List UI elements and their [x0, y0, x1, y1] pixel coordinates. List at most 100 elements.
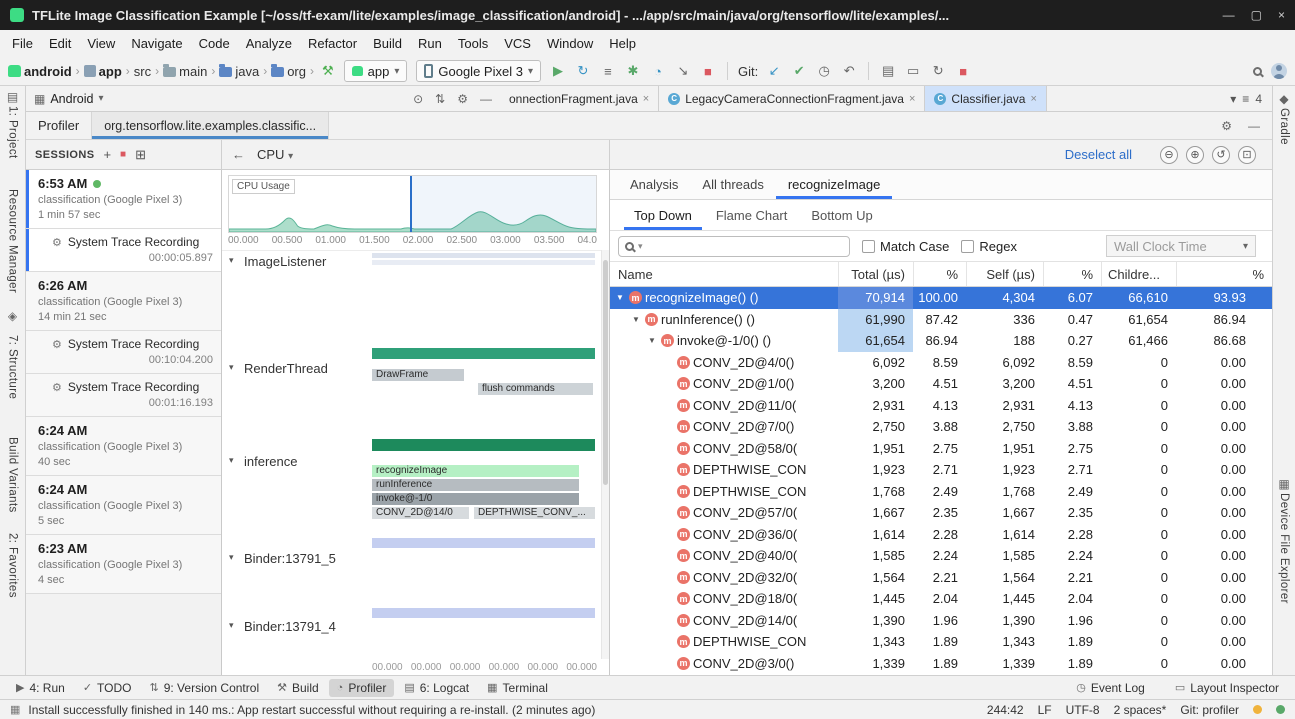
breadcrumb-main[interactable]: main: [179, 64, 207, 79]
table-row[interactable]: ▼ m CONV_2D@18/0( 1,445 2.04 1,445 2.04 …: [610, 588, 1272, 610]
menu-item[interactable]: Navigate: [123, 33, 190, 54]
search-everywhere-icon[interactable]: [1246, 60, 1268, 82]
split-panel-icon[interactable]: ⊞: [135, 147, 146, 163]
close-icon[interactable]: ×: [643, 93, 649, 105]
editor-tab-selected[interactable]: C Classifier.java ×: [925, 86, 1046, 111]
rollback-icon[interactable]: ↶: [838, 60, 860, 82]
zoom-out-icon[interactable]: ⊖: [1160, 146, 1178, 164]
sidebar-item-favorites[interactable]: 2: Favorites: [7, 531, 19, 600]
table-row[interactable]: ▼ m CONV_2D@32/0( 1,564 2.21 1,564 2.21 …: [610, 567, 1272, 589]
profiler-session-tab[interactable]: org.tensorflow.lite.examples.classific..…: [91, 112, 329, 139]
toolwindow-run[interactable]: ▶ 4: Run: [8, 679, 73, 697]
tab-all-threads[interactable]: All threads: [690, 170, 775, 199]
table-row[interactable]: ▼ m CONV_2D@1/0() 3,200 4.51 3,200 4.51 …: [610, 373, 1272, 395]
breadcrumb-app[interactable]: app: [99, 64, 122, 79]
table-row[interactable]: ▼ m CONV_2D@57/0( 1,667 2.35 1,667 2.35 …: [610, 502, 1272, 524]
expand-arrow-icon[interactable]: ▼: [630, 315, 642, 324]
toolwindow-layout-inspector[interactable]: ▭ Layout Inspector: [1167, 679, 1287, 697]
column-self-pct[interactable]: %: [1043, 262, 1101, 286]
menu-item[interactable]: Help: [601, 33, 644, 54]
thread-row-inference[interactable]: ▾ inference recognizeImage runInference …: [222, 439, 601, 536]
close-icon[interactable]: ×: [909, 93, 915, 105]
table-row[interactable]: ▼ m DEPTHWISE_CON 1,768 2.49 1,768 2.49 …: [610, 481, 1272, 503]
stage-select[interactable]: CPU ▾: [257, 147, 293, 162]
wrench-icon[interactable]: ⚒: [318, 63, 338, 79]
trace-event-bar[interactable]: CONV_2D@14/0: [372, 507, 469, 519]
sidebar-item-device-file-explorer[interactable]: Device File Explorer: [1278, 491, 1290, 606]
checkbox-icon[interactable]: [862, 240, 875, 253]
debug-icon[interactable]: ✱: [622, 60, 644, 82]
device-manager-icon[interactable]: ▤: [877, 60, 899, 82]
menu-item[interactable]: Refactor: [300, 33, 365, 54]
breadcrumb-java[interactable]: java: [235, 64, 259, 79]
toolwindow-logcat[interactable]: ▤ 6: Logcat: [396, 679, 477, 697]
device-file-explorer-icon[interactable]: ▦: [1278, 477, 1289, 491]
table-row[interactable]: ▼ m CONV_2D@36/0( 1,614 2.28 1,614 2.28 …: [610, 524, 1272, 546]
close-icon[interactable]: ×: [1030, 93, 1036, 105]
toolwindow-version-control[interactable]: ⇅ 9: Version Control: [142, 679, 268, 697]
thread-row-binder5[interactable]: ▾ Binder:13791_5: [222, 536, 601, 606]
session-item[interactable]: 6:53 AM classification (Google Pixel 3) …: [26, 170, 221, 229]
search-box[interactable]: ▾: [618, 236, 850, 257]
close-icon[interactable]: ×: [1278, 8, 1285, 22]
profile-icon[interactable]: ◔: [647, 60, 669, 82]
collapse-arrow-icon[interactable]: ▾: [229, 455, 234, 466]
session-item[interactable]: 6:24 AM classification (Google Pixel 3) …: [26, 476, 221, 535]
hidden-tab-count[interactable]: 4: [1255, 92, 1262, 106]
subtab-flame-chart[interactable]: Flame Chart: [706, 200, 798, 230]
add-session-icon[interactable]: +: [103, 147, 111, 162]
column-total-pct[interactable]: %: [913, 262, 966, 286]
breadcrumb-android[interactable]: android: [24, 64, 72, 79]
hide-panel-icon[interactable]: —: [480, 92, 492, 106]
toolwindow-profiler[interactable]: ◔ Profiler: [329, 679, 395, 697]
gradle-icon[interactable]: ◆: [1279, 92, 1288, 106]
table-row[interactable]: ▼ m CONV_2D@7/0() 2,750 3.88 2,750 3.88 …: [610, 416, 1272, 438]
hide-icon[interactable]: —: [1248, 119, 1260, 133]
stop-icon[interactable]: ■: [697, 60, 719, 82]
menu-item[interactable]: VCS: [496, 33, 539, 54]
session-item[interactable]: 6:24 AM classification (Google Pixel 3) …: [26, 417, 221, 476]
collapse-arrow-icon[interactable]: ▾: [229, 362, 234, 373]
subtab-top-down[interactable]: Top Down: [624, 200, 702, 230]
status-item[interactable]: 244:42: [987, 703, 1024, 717]
run-config-select[interactable]: app ▾: [344, 60, 408, 82]
sync-project-icon[interactable]: ↻: [927, 60, 949, 82]
sidebar-item-structure[interactable]: 7: Structure: [7, 333, 19, 401]
trace-event-bar[interactable]: flush commands: [478, 383, 593, 395]
table-row[interactable]: ▼ m recognizeImage() () 70,914 100.00 4,…: [610, 287, 1272, 309]
trace-event-bar[interactable]: invoke@-1/0: [372, 493, 579, 505]
back-to-live-icon[interactable]: ←: [232, 147, 245, 162]
locate-file-icon[interactable]: ⊙: [413, 92, 423, 106]
table-row[interactable]: ▼ m CONV_2D@3/0() 1,339 1.89 1,339 1.89 …: [610, 653, 1272, 675]
maximize-icon[interactable]: ▢: [1251, 8, 1262, 22]
status-item[interactable]: 2 spaces*: [1114, 703, 1167, 717]
tab-list-icon[interactable]: ≡: [1242, 92, 1249, 106]
trace-event-bar[interactable]: DrawFrame: [372, 369, 464, 381]
editor-tab[interactable]: C LegacyCameraConnectionFragment.java ×: [659, 86, 925, 111]
project-stripe-icon[interactable]: ▤: [7, 90, 18, 104]
toolwindow-build[interactable]: ⚒ Build: [269, 679, 327, 697]
history-icon[interactable]: ◷: [813, 60, 835, 82]
minimize-icon[interactable]: —: [1223, 8, 1235, 22]
status-item[interactable]: LF: [1038, 703, 1052, 717]
zoom-in-icon[interactable]: ⊕: [1186, 146, 1204, 164]
subtab-bottom-up[interactable]: Bottom Up: [801, 200, 882, 230]
editor-tab[interactable]: onnectionFragment.java ×: [500, 86, 659, 111]
toolwindow-terminal[interactable]: ▦ Terminal: [479, 679, 556, 697]
collapse-arrow-icon[interactable]: ▾: [229, 620, 234, 631]
thread-row-imagelistener[interactable]: ▾ ImageListener: [222, 251, 601, 348]
menu-item[interactable]: File: [4, 33, 41, 54]
menu-item[interactable]: Code: [191, 33, 238, 54]
regex-checkbox[interactable]: Regex: [961, 239, 1017, 254]
column-self[interactable]: Self (µs): [966, 262, 1043, 286]
apply-changes-icon[interactable]: ↻: [572, 60, 594, 82]
notification-icon[interactable]: [1253, 705, 1262, 714]
project-view-select[interactable]: ▦ Android ▾: [34, 92, 103, 106]
breadcrumb-org[interactable]: org: [287, 64, 306, 79]
gear-icon[interactable]: ⚙: [1221, 119, 1232, 133]
collapse-all-icon[interactable]: ⇅: [435, 92, 445, 106]
sidebar-item-build-variants[interactable]: Build Variants: [7, 435, 19, 515]
column-name[interactable]: Name: [610, 262, 838, 286]
selection-line[interactable]: [410, 176, 412, 232]
table-row[interactable]: ▼ m DEPTHWISE_CON 1,343 1.89 1,343 1.89 …: [610, 631, 1272, 653]
